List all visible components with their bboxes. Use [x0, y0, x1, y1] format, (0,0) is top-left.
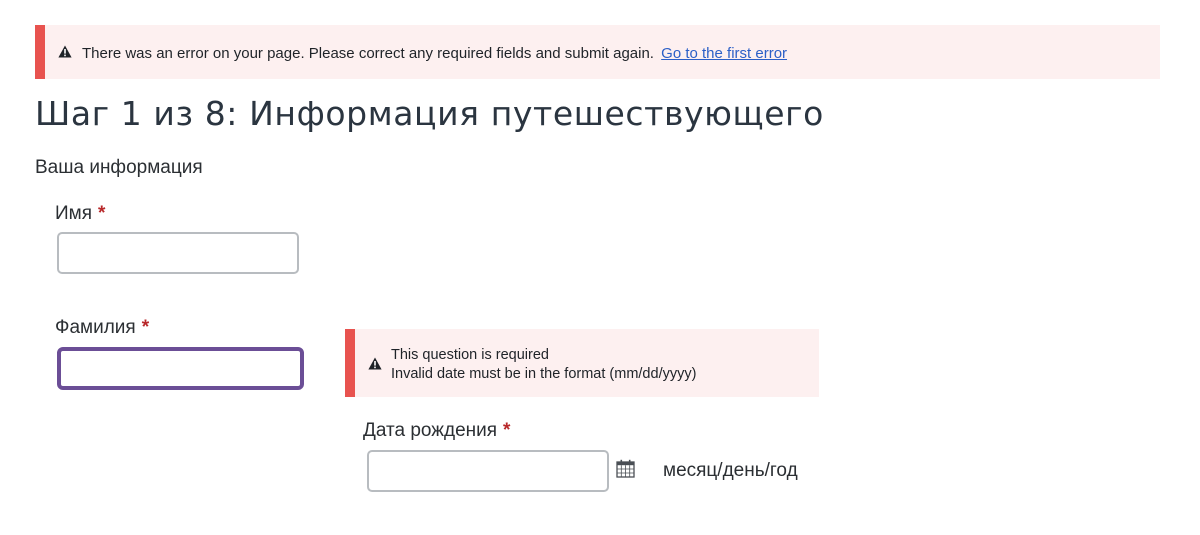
birth-date-label-text: Дата рождения: [363, 420, 498, 441]
calendar-icon[interactable]: [616, 459, 635, 478]
last-name-label-text: Фамилия: [55, 317, 136, 338]
travel-form-page: There was an error on your page. Please …: [0, 0, 1200, 535]
error-accent-bar: [35, 25, 45, 79]
go-to-first-error-link[interactable]: Go to the first error: [661, 45, 787, 62]
birth-date-label: Дата рождения *: [363, 420, 510, 442]
first-name-input[interactable]: [57, 232, 299, 274]
error-format-text: Invalid date must be in the format (mm/d…: [391, 366, 697, 382]
first-name-label: Имя *: [55, 203, 105, 225]
birth-date-error-box: This question is required Invalid date m…: [345, 329, 819, 397]
required-asterisk: *: [98, 203, 106, 224]
date-format-hint: месяц/день/год: [663, 460, 798, 481]
error-banner-message: There was an error on your page. Please …: [82, 45, 654, 62]
section-title: Ваша информация: [35, 157, 203, 178]
error-required-text: This question is required: [391, 347, 549, 363]
required-asterisk: *: [141, 317, 150, 338]
last-name-label: Фамилия *: [55, 317, 149, 339]
birth-date-input[interactable]: [367, 450, 609, 492]
error-accent-bar: [345, 329, 355, 397]
page-error-banner: There was an error on your page. Please …: [35, 25, 1160, 79]
warning-icon: [368, 357, 382, 370]
error-banner-text: There was an error on your page. Please …: [82, 45, 787, 62]
last-name-input[interactable]: [57, 347, 304, 390]
required-asterisk: *: [503, 420, 511, 441]
warning-icon: [58, 45, 72, 58]
first-name-label-text: Имя: [55, 203, 93, 224]
page-title: Шаг 1 из 8: Информация путешествующего: [35, 94, 824, 133]
